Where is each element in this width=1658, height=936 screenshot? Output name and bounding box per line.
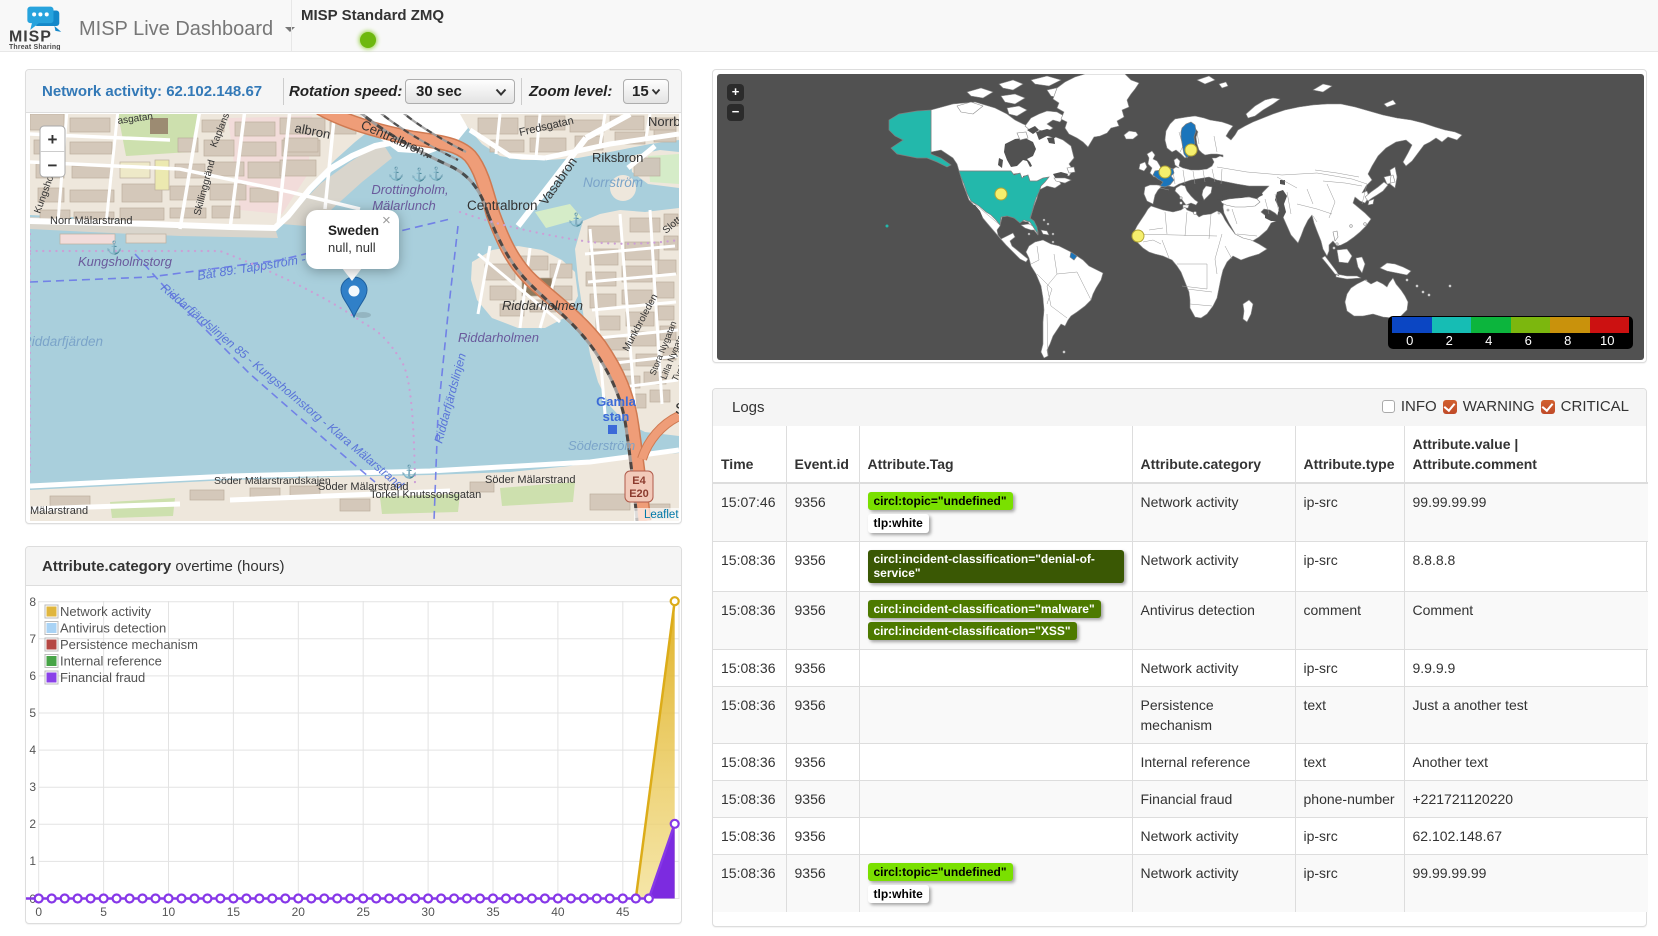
svg-text:⚓: ⚓ <box>411 167 427 182</box>
svg-text:30: 30 <box>421 905 435 919</box>
svg-text:⚓: ⚓ <box>568 212 584 227</box>
svg-text:S: S <box>675 401 679 418</box>
svg-text:Leaflet: Leaflet <box>644 509 679 521</box>
svg-text:15: 15 <box>227 905 241 919</box>
svg-text:2: 2 <box>29 817 36 831</box>
svg-text:Söderström: Söderström <box>568 438 635 453</box>
svg-text:⚓: ⚓ <box>428 166 444 181</box>
svg-text:Söder Mälarstrandskajen: Söder Mälarstrandskajen <box>214 475 331 487</box>
svg-text:1: 1 <box>29 854 36 868</box>
svg-text:35: 35 <box>486 905 500 919</box>
svg-text:40: 40 <box>551 905 565 919</box>
svg-text:stan: stan <box>603 409 630 424</box>
svg-text:3: 3 <box>29 780 36 794</box>
svg-text:+: + <box>48 130 58 149</box>
svg-text:45: 45 <box>616 905 630 919</box>
svg-text:⚓: ⚓ <box>106 240 122 255</box>
svg-text:Centralbron: Centralbron <box>467 198 538 213</box>
svg-text:null, null: null, null <box>328 240 376 255</box>
svg-text:Internal reference: Internal reference <box>60 654 162 669</box>
svg-text:Norrström: Norrström <box>583 175 643 190</box>
svg-text:Mälarstrand: Mälarstrand <box>30 505 88 517</box>
svg-text:6: 6 <box>29 669 36 683</box>
svg-text:Antivirus detection: Antivirus detection <box>60 621 166 636</box>
svg-text:25: 25 <box>357 905 371 919</box>
svg-text:Söder Mälarstrand: Söder Mälarstrand <box>485 474 576 486</box>
svg-text:⚓: ⚓ <box>388 166 404 181</box>
svg-text:Drottingholm,: Drottingholm, <box>371 182 448 197</box>
svg-text:5: 5 <box>29 706 36 720</box>
svg-text:Norr Mälarstrand: Norr Mälarstrand <box>50 215 133 227</box>
svg-text:E20: E20 <box>629 488 649 500</box>
svg-text:10: 10 <box>162 905 176 919</box>
svg-text:5: 5 <box>100 905 107 919</box>
svg-text:Torkel Knutssonsgatan: Torkel Knutssonsgatan <box>370 489 481 501</box>
svg-text:Network activity: Network activity <box>60 604 152 619</box>
svg-text:20: 20 <box>292 905 306 919</box>
svg-text:Sweden: Sweden <box>328 223 379 238</box>
svg-text:Riddarholmen: Riddarholmen <box>458 330 539 345</box>
svg-text:0: 0 <box>35 905 42 919</box>
svg-text:E4: E4 <box>632 475 646 487</box>
svg-text:Norrbr: Norrbr <box>648 114 679 129</box>
svg-text:−: − <box>48 156 58 175</box>
svg-text:7: 7 <box>29 632 36 646</box>
svg-text:Gamla: Gamla <box>596 394 637 409</box>
svg-text:Riddarfjärden: Riddarfjärden <box>30 334 103 349</box>
svg-text:4: 4 <box>29 743 36 757</box>
svg-text:Threat Sharing: Threat Sharing <box>9 44 61 50</box>
svg-text:Kungsholmstorg: Kungsholmstorg <box>78 254 173 269</box>
svg-text:Riddarholmen: Riddarholmen <box>502 298 583 313</box>
svg-text:Persistence mechanism: Persistence mechanism <box>60 637 198 652</box>
svg-text:8: 8 <box>29 595 36 609</box>
svg-text:⚓: ⚓ <box>401 464 417 479</box>
svg-text:Financial fraud: Financial fraud <box>60 670 145 685</box>
svg-text:×: × <box>382 212 391 229</box>
svg-text:Riksbron: Riksbron <box>592 150 643 165</box>
